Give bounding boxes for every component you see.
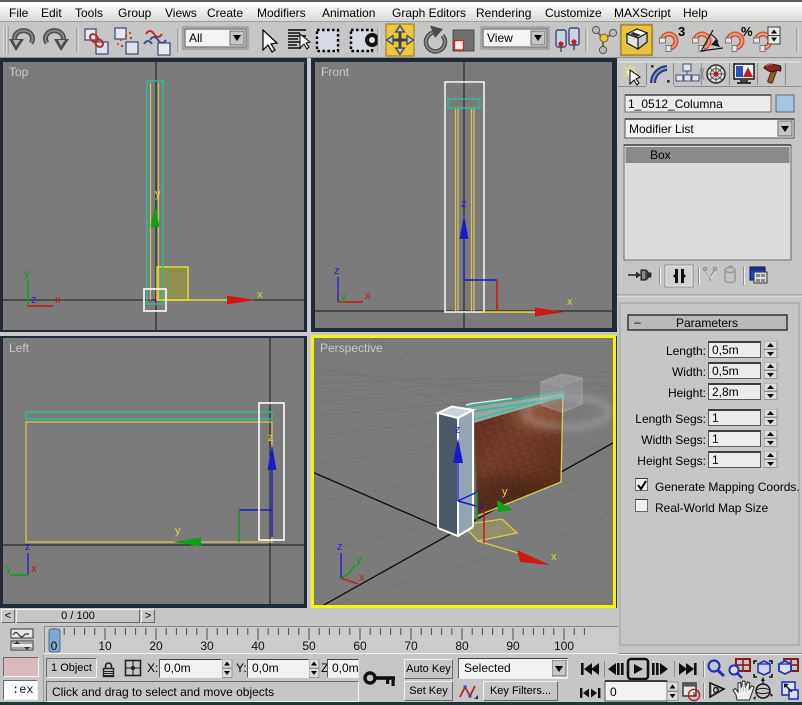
svg-text:90: 90 xyxy=(506,639,520,653)
svg-text:y: y xyxy=(502,486,508,498)
svg-text:70: 70 xyxy=(404,639,418,653)
svg-text:100: 100 xyxy=(554,639,574,653)
svg-text:x: x xyxy=(359,572,365,584)
svg-text:%: % xyxy=(741,24,753,39)
svg-text:y: y xyxy=(175,525,181,537)
svg-text:y: y xyxy=(356,554,362,566)
svg-text:x: x xyxy=(567,296,573,308)
svg-text:y: y xyxy=(6,563,12,575)
svg-text:View: View xyxy=(487,31,513,45)
svg-text:y: y xyxy=(155,188,161,200)
svg-text:x: x xyxy=(365,290,371,302)
svg-text:40: 40 xyxy=(251,639,265,653)
svg-text:0: 0 xyxy=(610,685,617,699)
svg-text:50: 50 xyxy=(302,639,316,653)
svg-text:x: x xyxy=(31,563,37,575)
svg-text:z: z xyxy=(31,294,37,306)
svg-text:30: 30 xyxy=(200,639,214,653)
svg-text:y: y xyxy=(341,291,347,303)
svg-text:10: 10 xyxy=(98,639,112,653)
svg-text:z: z xyxy=(337,541,343,553)
svg-text:x: x xyxy=(55,294,61,306)
svg-text:x: x xyxy=(551,551,557,563)
svg-text:z: z xyxy=(268,432,274,444)
svg-text:All: All xyxy=(189,31,202,45)
svg-text:x: x xyxy=(257,289,263,301)
svg-text:y: y xyxy=(24,268,30,280)
svg-text:20: 20 xyxy=(149,639,163,653)
svg-text:3: 3 xyxy=(678,24,685,39)
svg-text:0: 0 xyxy=(51,639,58,653)
svg-text:60: 60 xyxy=(353,639,367,653)
svg-text:z: z xyxy=(334,265,340,277)
svg-text:z: z xyxy=(25,541,31,553)
svg-text:z: z xyxy=(455,424,461,436)
svg-text:z: z xyxy=(461,198,467,210)
svg-text:80: 80 xyxy=(455,639,469,653)
